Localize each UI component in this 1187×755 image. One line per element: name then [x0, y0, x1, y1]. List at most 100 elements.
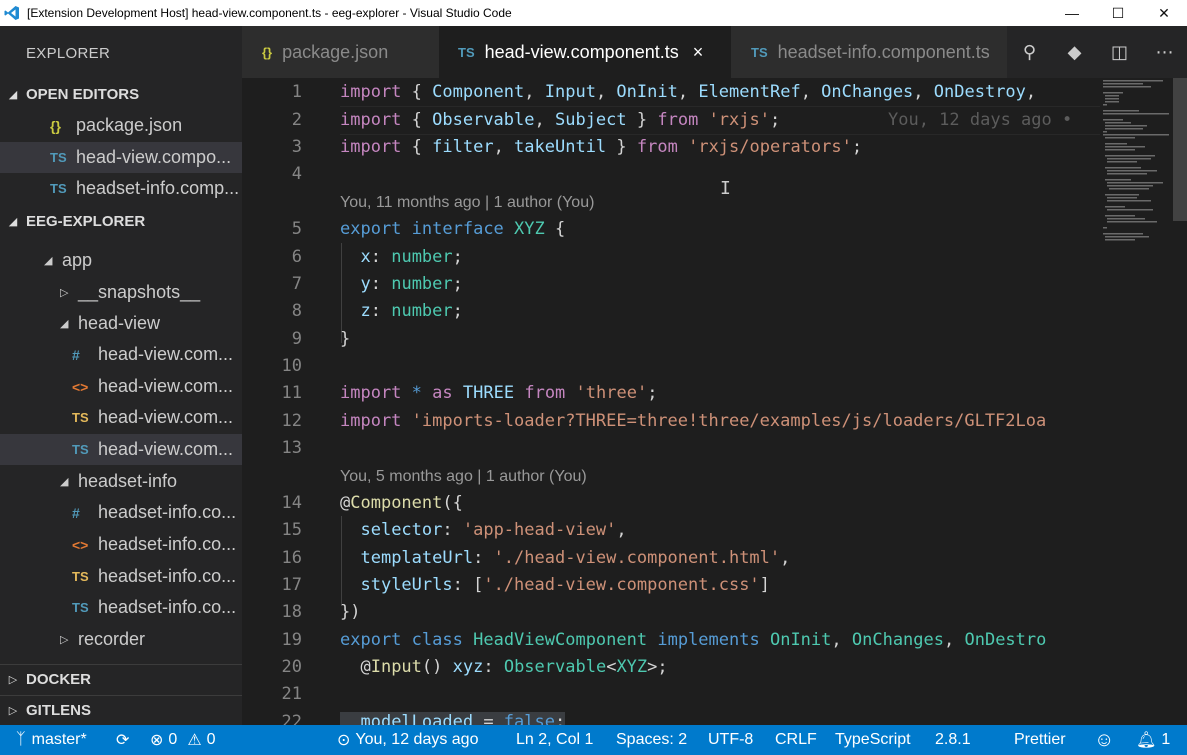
search-compare-icon[interactable]: ⚲ — [1007, 42, 1052, 63]
html-file-icon: <> — [72, 536, 89, 553]
code-line: z: number; — [360, 301, 463, 321]
language-mode[interactable]: TypeScript — [835, 725, 911, 755]
line-number: 21 — [281, 684, 302, 704]
split-editor-icon[interactable]: ◫ — [1097, 42, 1142, 63]
open-editor-headset-info[interactable]: TS headset-info.comp... — [0, 173, 242, 204]
line-number: 4 — [291, 164, 302, 184]
blame-indicator[interactable]: ⊙ You, 12 days ago — [337, 725, 478, 755]
open-editor-head-view[interactable]: TS head-view.compo... — [0, 142, 242, 173]
feedback-smiley-icon[interactable]: ☺ — [1094, 725, 1114, 755]
tab-head-view-component[interactable]: TS head-view.component.ts × — [439, 26, 731, 78]
error-icon: ⊗ — [150, 732, 164, 749]
line-number: 1 — [291, 82, 302, 102]
file-headset-info-spec-ts[interactable]: TS headset-info.co... — [0, 561, 242, 592]
project-header[interactable]: ◢ EEG-EXPLORER — [0, 207, 242, 235]
code-line: import { filter, takeUntil } from 'rxjs/… — [340, 137, 863, 157]
end-of-line[interactable]: CRLF — [775, 725, 817, 755]
indentation[interactable]: Spaces: 2 — [616, 725, 687, 755]
chevron-down-icon: ◢ — [8, 215, 18, 228]
code-line: selector: 'app-head-view', — [360, 520, 627, 540]
line-number: 2 — [291, 110, 302, 130]
file-head-view-html[interactable]: <> head-view.com... — [0, 371, 242, 402]
more-icon[interactable]: ⋯ — [1142, 42, 1187, 63]
file-headset-info-css[interactable]: # headset-info.co... — [0, 497, 242, 528]
folder-recorder[interactable]: ▷ recorder — [0, 624, 242, 655]
code-line: export interface XYZ { — [340, 219, 566, 239]
codelens-authors[interactable]: You, 5 months ago | 1 author (You) — [340, 468, 587, 486]
line-number: 8 — [291, 301, 302, 321]
cursor-position[interactable]: Ln 2, Col 1 — [516, 725, 593, 755]
chevron-right-icon: ▷ — [60, 287, 69, 299]
line-number: 9 — [291, 329, 302, 349]
codelens-authors[interactable]: You, 11 months ago | 1 author (You) — [340, 194, 594, 212]
code-line: templateUrl: './head-view.component.html… — [360, 548, 791, 568]
folder-app[interactable]: ◢ app — [0, 245, 242, 276]
folder-headset-info[interactable]: ◢ headset-info — [0, 466, 242, 497]
tab-package-json[interactable]: {} package.json — [242, 26, 439, 78]
title-bar: [Extension Development Host] head-view.c… — [0, 0, 1187, 26]
typescript-file-icon: TS — [72, 442, 89, 457]
bell-icon: 🔔︎ — [1136, 732, 1157, 749]
scrollbar-thumb[interactable] — [1173, 78, 1187, 221]
git-branch-icon: ᛉ — [16, 731, 26, 748]
code-line: styleUrls: ['./head-view.component.css'] — [360, 575, 770, 595]
code-line: }) — [340, 602, 361, 622]
line-number: 5 — [291, 219, 302, 239]
line-number: 14 — [281, 493, 302, 513]
chevron-down-icon: ◢ — [60, 476, 69, 488]
status-bar: ᛉ master* ⟳ ⊗ 0 ⚠ 0 ⊙ You, 12 days ago L… — [0, 725, 1187, 755]
encoding[interactable]: UTF-8 — [708, 725, 753, 755]
notifications[interactable]: 🔔︎ 1 — [1136, 725, 1170, 755]
open-editors-header[interactable]: ◢ OPEN EDITORS — [0, 80, 242, 108]
code-editor[interactable]: 1 2 3 4 5 6 7 8 9 10 11 12 13 14 15 16 1… — [242, 78, 1100, 725]
folder-head-view[interactable]: ◢ head-view — [0, 308, 242, 339]
tab-headset-info-component[interactable]: TS headset-info.component.ts — [731, 26, 1007, 78]
docker-header[interactable]: ▷ DOCKER — [0, 664, 242, 693]
json-file-icon: {} — [262, 44, 273, 60]
minimize-icon[interactable]: — — [1049, 0, 1095, 26]
formatter[interactable]: Prettier — [1014, 725, 1066, 755]
branch-indicator[interactable]: ᛉ master* — [16, 725, 87, 755]
code-line: @Component({ — [340, 493, 463, 513]
json-file-icon: {} — [50, 117, 61, 134]
line-number: 12 — [281, 411, 302, 431]
typescript-file-icon: TS — [50, 181, 67, 196]
code-line: import 'imports-loader?THREE=three!three… — [340, 411, 1047, 431]
code-line: import { Observable, Subject } from 'rxj… — [340, 110, 781, 130]
line-number: 15 — [281, 520, 302, 540]
folder-snapshots[interactable]: ▷ __snapshots__ — [0, 277, 242, 308]
commit-icon: ⊙ — [337, 732, 351, 749]
line-number: 20 — [281, 657, 302, 677]
open-editor-package-json[interactable]: {} package.json — [0, 110, 242, 141]
line-number: 11 — [281, 383, 302, 403]
chevron-down-icon: ◢ — [44, 255, 53, 267]
gitlens-header[interactable]: ▷ GITLENS — [0, 695, 242, 724]
maximize-icon[interactable]: ☐ — [1095, 0, 1141, 26]
typescript-spec-file-icon: TS — [72, 410, 89, 425]
file-headset-info-ts[interactable]: TS headset-info.co... — [0, 592, 242, 623]
minimap[interactable] — [1100, 78, 1172, 725]
html-file-icon: <> — [72, 378, 89, 395]
warning-icon: ⚠ — [187, 732, 202, 749]
file-headset-info-html[interactable]: <> headset-info.co... — [0, 529, 242, 560]
code-line: @Input() xyz: Observable<XYZ>; — [340, 657, 668, 677]
close-icon[interactable]: × — [693, 42, 704, 63]
file-head-view-css[interactable]: # head-view.com... — [0, 339, 242, 370]
explorer-title: EXPLORER — [26, 45, 111, 62]
problems-indicator[interactable]: ⊗ 0 ⚠ 0 — [150, 725, 216, 755]
line-number: 16 — [281, 548, 302, 568]
vscode-logo-icon — [4, 6, 19, 20]
minimap-preview — [1103, 80, 1169, 241]
typescript-file-icon: TS — [751, 44, 768, 60]
typescript-version[interactable]: 2.8.1 — [935, 725, 971, 755]
sync-icon[interactable]: ⟳ — [116, 725, 129, 755]
close-icon[interactable]: ✕ — [1141, 0, 1187, 26]
line-number: 19 — [281, 630, 302, 650]
chevron-down-icon: ◢ — [60, 318, 69, 330]
chevron-down-icon: ◢ — [8, 88, 18, 101]
file-head-view-spec-ts[interactable]: TS head-view.com... — [0, 402, 242, 433]
file-head-view-ts[interactable]: TS head-view.com... — [0, 434, 242, 465]
git-icon[interactable]: ◆ — [1052, 42, 1097, 63]
typescript-file-icon: TS — [458, 44, 475, 60]
inline-blame-annotation: You, 12 days ago • — [888, 110, 1073, 130]
